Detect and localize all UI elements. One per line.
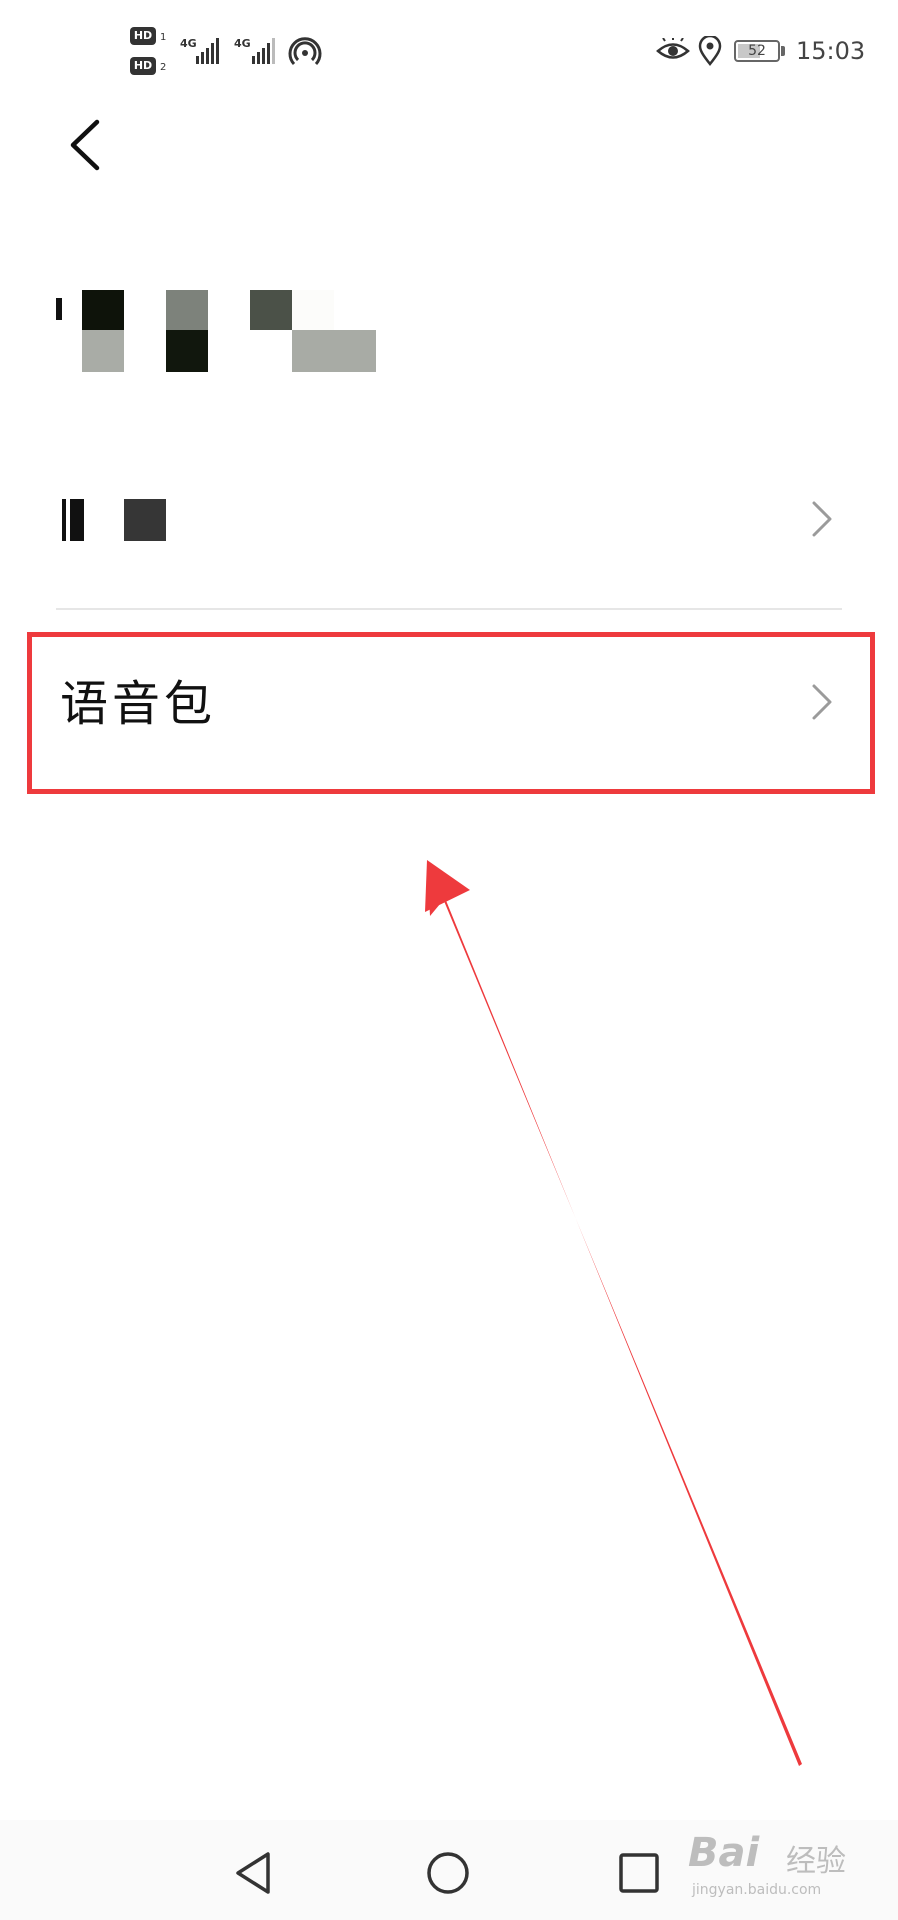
watermark-brand: Bai — [688, 1830, 760, 1876]
watermark-url: jingyan.baidu.com — [692, 1882, 822, 1898]
location-icon — [698, 36, 722, 66]
chevron-right-icon — [812, 501, 832, 537]
battery-level: 52 — [748, 43, 766, 59]
signal-icon — [196, 36, 219, 64]
chevron-right-icon — [812, 684, 832, 720]
network-type-2: 4G — [234, 37, 251, 50]
redacted-title — [56, 288, 376, 372]
nav-back-icon[interactable] — [230, 1848, 280, 1898]
watermark-text: 经验 — [786, 1844, 846, 1879]
signal-icon — [252, 36, 275, 64]
redacted-label — [62, 499, 66, 541]
divider — [56, 608, 842, 610]
network-type-1: 4G — [180, 37, 197, 50]
menu-item-voice-pack[interactable]: 语音包 — [56, 638, 842, 768]
chevron-left-icon — [70, 119, 100, 171]
eye-comfort-icon — [656, 38, 690, 59]
hd-badge-1: HD — [130, 27, 156, 45]
screen: HD 1 HD 2 4G 4G 52 15:03 语音包 Bai 经验 jing… — [0, 0, 898, 1920]
hd-badge-1-index: 1 — [160, 32, 167, 43]
hd-badge-2: HD — [130, 57, 156, 75]
status-bar: HD 1 HD 2 4G 4G 52 15:03 — [0, 0, 898, 100]
nav-home-icon[interactable] — [423, 1848, 473, 1898]
baidu-watermark: Bai 经验 jingyan.baidu.com — [688, 1822, 888, 1902]
hotspot-icon — [288, 37, 322, 66]
hd-badge-2-index: 2 — [160, 62, 167, 73]
battery-tip — [781, 46, 785, 56]
menu-item-redacted[interactable] — [56, 455, 842, 585]
redacted-label — [70, 499, 84, 541]
menu-item-label: 语音包 — [60, 676, 217, 732]
back-button[interactable] — [55, 110, 115, 180]
battery-icon: 52 — [734, 40, 780, 62]
clock: 15:03 — [796, 37, 866, 65]
redacted-label — [124, 499, 166, 541]
nav-recent-icon[interactable] — [614, 1848, 664, 1898]
